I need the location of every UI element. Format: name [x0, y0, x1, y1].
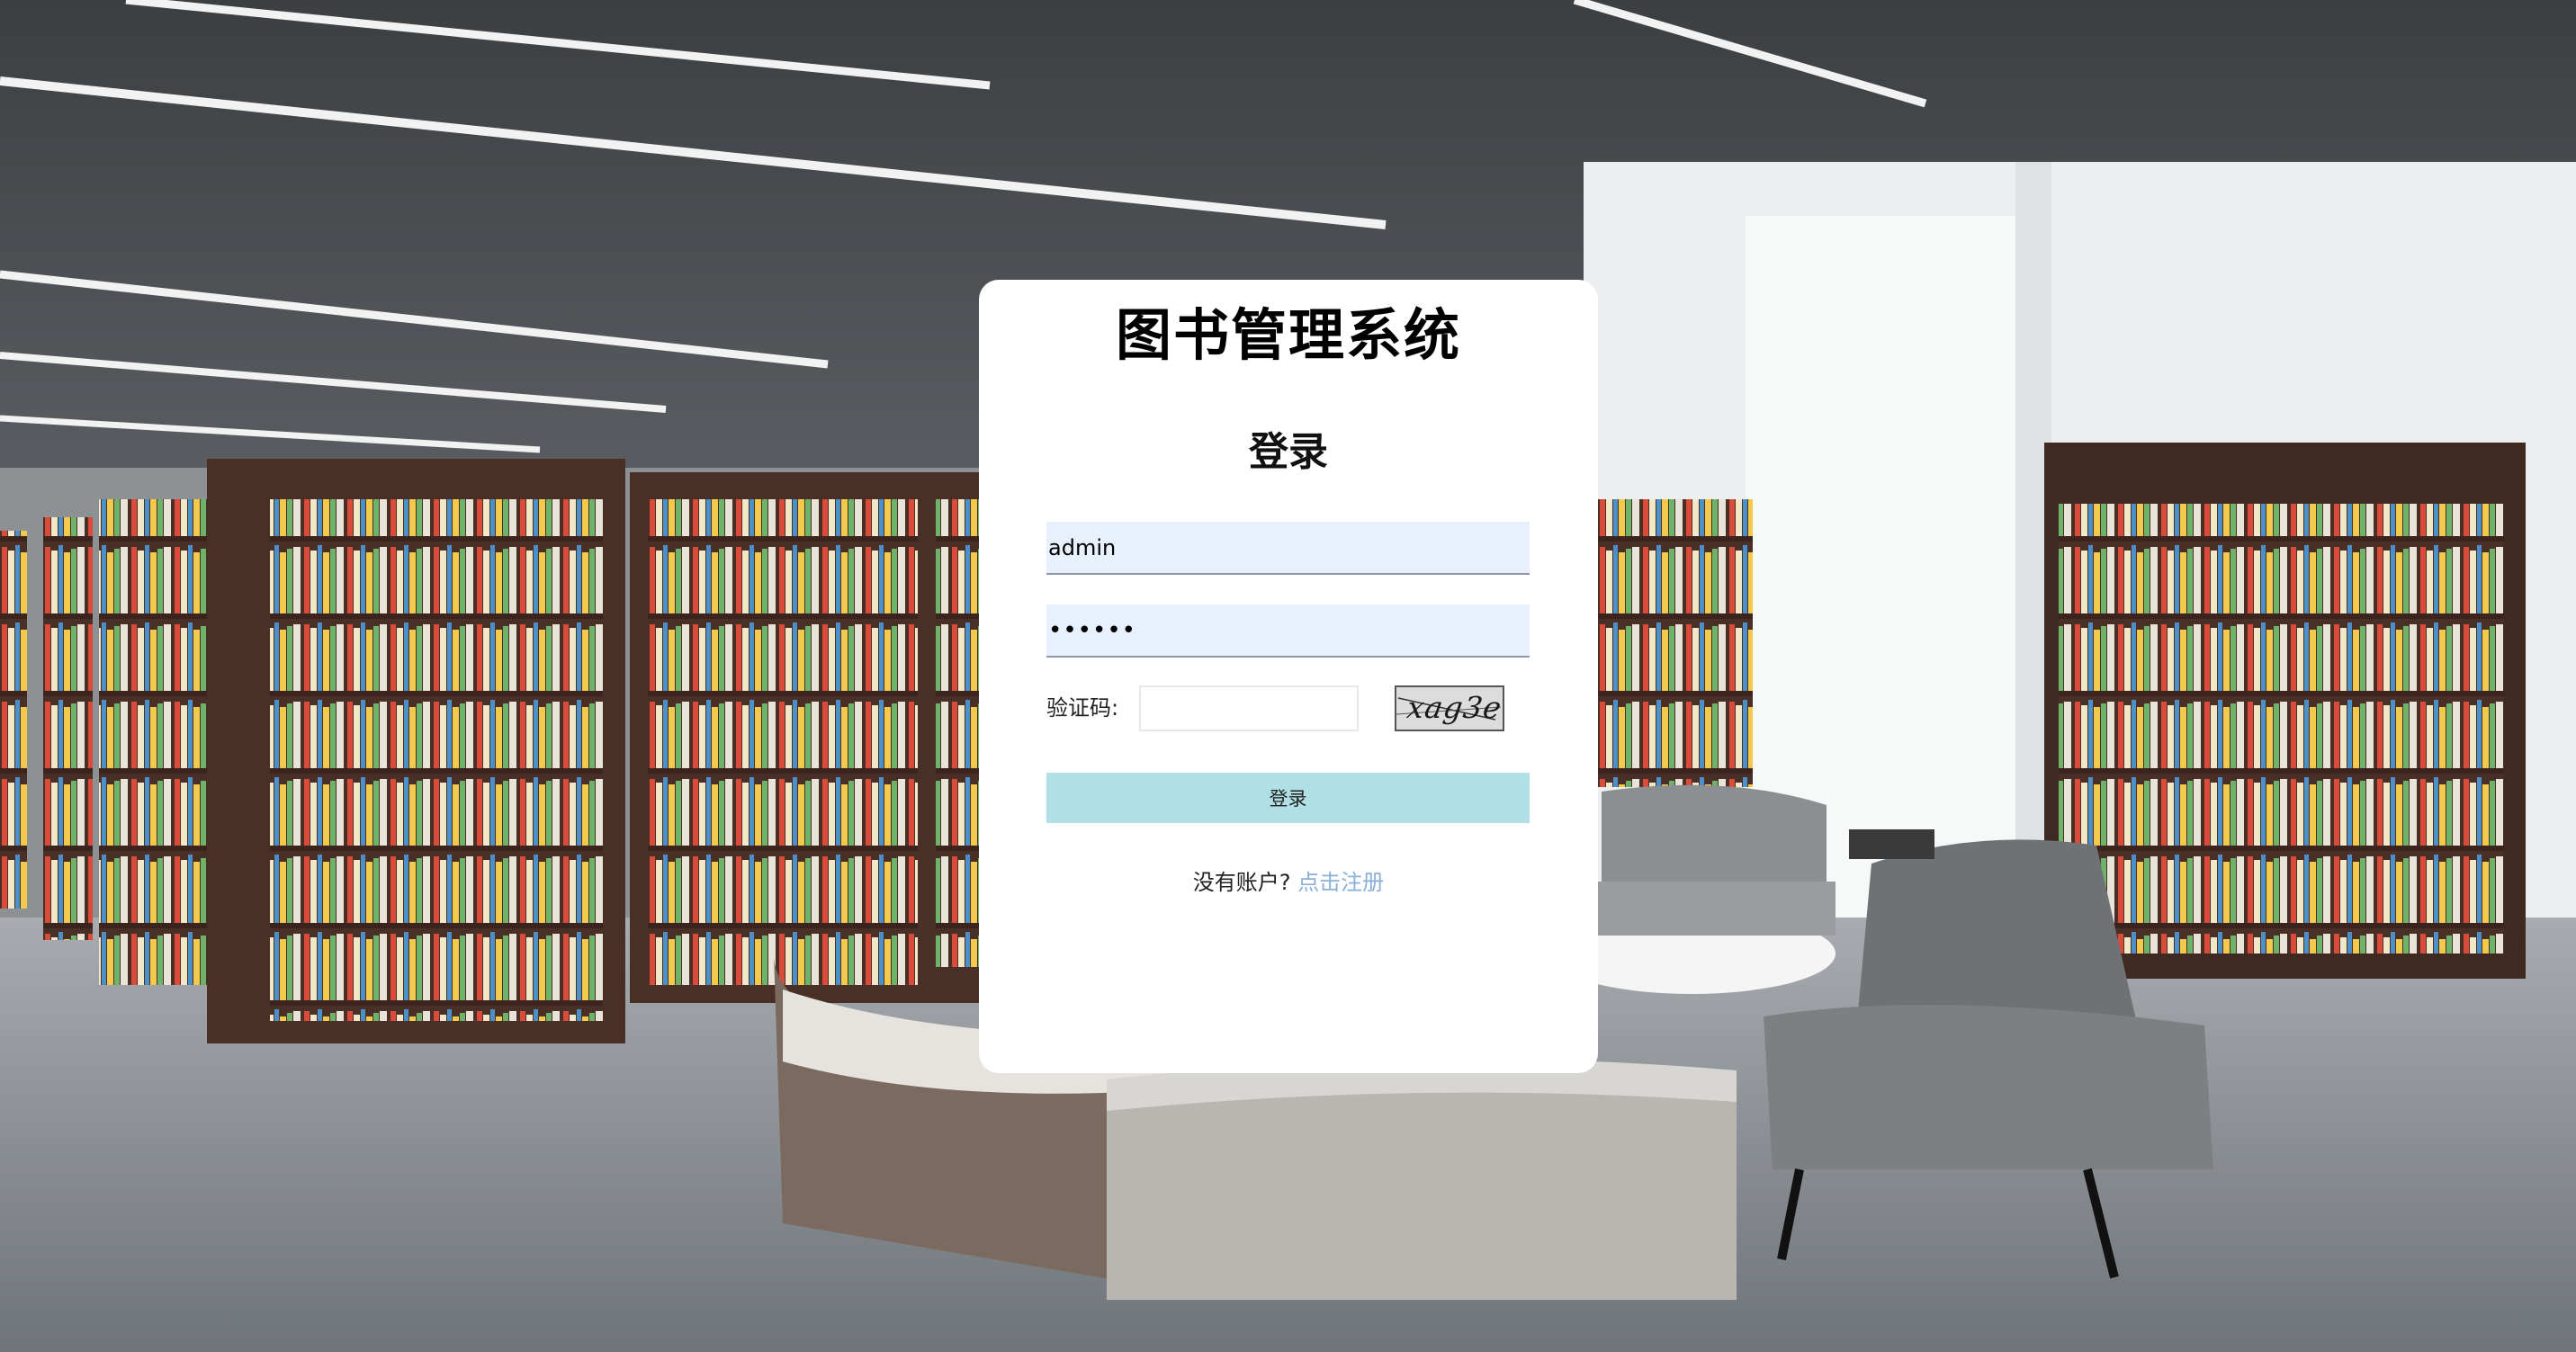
register-line: 没有账户? 点击注册 [979, 866, 1598, 899]
register-link[interactable]: 点击注册 [1297, 870, 1384, 895]
app-title: 图书管理系统 [1115, 302, 1461, 368]
register-prompt: 没有账户? [1192, 870, 1291, 895]
login-button[interactable]: 登录 [1046, 773, 1530, 823]
captcha-input[interactable] [1139, 685, 1359, 731]
page: 图书管理系统 登录 验证码: xag3e 登录 没有账户? 点击注册 [0, 0, 2576, 1352]
login-heading: 登录 [1249, 429, 1328, 475]
captcha-image[interactable]: xag3e [1395, 685, 1504, 731]
username-input[interactable] [1046, 522, 1530, 575]
login-card: 图书管理系统 登录 验证码: xag3e 登录 没有账户? 点击注册 [979, 280, 1598, 1073]
captcha-image-text: xag3e [1405, 690, 1504, 725]
captcha-label: 验证码: [1046, 695, 1119, 721]
password-input[interactable] [1046, 604, 1530, 658]
